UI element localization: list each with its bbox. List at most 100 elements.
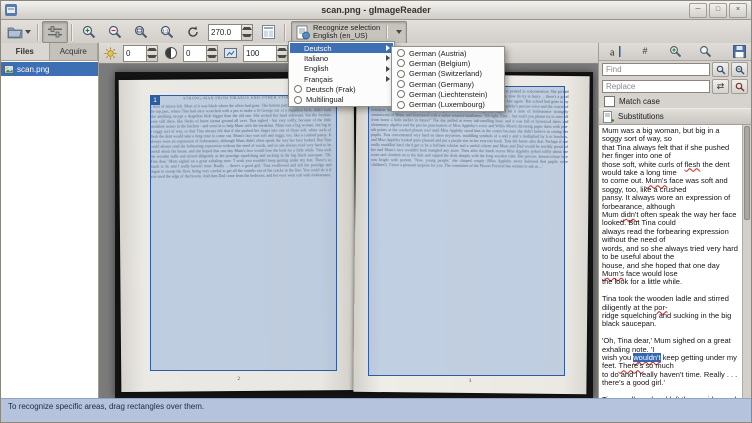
- svg-text:1:1: 1:1: [162, 28, 169, 33]
- file-list[interactable]: scan.png: [1, 61, 98, 398]
- spin-down-icon[interactable]: [207, 53, 217, 61]
- spin-up-icon[interactable]: [207, 46, 217, 54]
- menu-item-german-liechtenstein[interactable]: German (Liechtenstein): [393, 89, 503, 99]
- output-scrollbar[interactable]: [742, 125, 751, 398]
- menu-item-english[interactable]: English: [290, 64, 393, 74]
- close-button[interactable]: ×: [729, 3, 747, 18]
- brightness-icon: [103, 47, 118, 60]
- output-text[interactable]: Mum was a big woman, but big in a soggy …: [602, 127, 741, 398]
- svg-text:a: a: [610, 48, 615, 59]
- scrollbar-thumb[interactable]: [744, 126, 750, 220]
- submenu-arrow-icon: [386, 55, 390, 61]
- spin-up-icon[interactable]: [242, 25, 252, 33]
- substitutions-label: Substitutions: [618, 112, 664, 121]
- files-panel: Files Acquire scan.png: [1, 43, 99, 398]
- image-controls-button[interactable]: [42, 21, 68, 43]
- menu-item-german-austria[interactable]: German (Austria): [393, 48, 503, 58]
- statusbar: To recognize specific areas, drag rectan…: [1, 398, 751, 422]
- save-icon: [733, 45, 746, 58]
- recognize-icon: [296, 25, 310, 40]
- german-submenu: German (Austria) German (Belgium) German…: [391, 46, 505, 112]
- minimize-button[interactable]: ─: [689, 3, 707, 18]
- menu-item-italiano[interactable]: Italiano: [290, 53, 393, 63]
- spin-down-icon[interactable]: [242, 32, 252, 40]
- radio-icon: [397, 49, 405, 57]
- menu-item-deutsch[interactable]: Deutsch: [290, 43, 393, 53]
- zoom-out-button[interactable]: [102, 21, 128, 43]
- titlebar[interactable]: scan.png - gImageReader ─ □ ×: [1, 1, 751, 20]
- toolbar-separator: [37, 24, 39, 41]
- radio-icon: [397, 80, 405, 88]
- match-case-row: Match case: [599, 95, 751, 108]
- swap-icon: ⇄: [717, 82, 725, 91]
- search-button[interactable]: [692, 43, 718, 60]
- resolution-input[interactable]: [244, 46, 276, 61]
- menu-item-german-switzerland[interactable]: German (Switzerland): [393, 69, 503, 79]
- substitutions-button[interactable]: Substitutions: [599, 108, 751, 125]
- rotation-input[interactable]: [209, 25, 241, 40]
- zoom-fit-icon: [134, 25, 148, 39]
- menu-item-label: Deutsch (Frak): [306, 85, 356, 94]
- selection-region-2[interactable]: 2: [368, 86, 565, 376]
- replace-button[interactable]: ⇄: [712, 79, 729, 94]
- chevron-down-icon[interactable]: [396, 30, 402, 34]
- brightness-input[interactable]: [124, 46, 146, 61]
- menu-item-label: German (Austria): [409, 49, 467, 58]
- contrast-input[interactable]: [184, 46, 206, 61]
- rotation-spinner: [208, 24, 253, 41]
- replace-input[interactable]: [602, 80, 710, 93]
- find-replace-button[interactable]: [662, 43, 688, 60]
- menu-item-francais[interactable]: Français: [290, 74, 393, 84]
- toolbar-separator: [284, 24, 286, 41]
- radio-icon: [294, 85, 302, 93]
- chevron-down-icon: [25, 30, 31, 34]
- save-output-button[interactable]: [726, 43, 752, 60]
- match-case-label: Match case: [619, 97, 660, 106]
- menu-item-label: Deutsch: [304, 44, 332, 53]
- brightness-spinner: [123, 45, 158, 62]
- spin-up-icon[interactable]: [277, 46, 287, 54]
- contrast-spinner: [183, 45, 218, 62]
- substitutions-icon: [603, 111, 614, 123]
- open-button[interactable]: [4, 21, 34, 43]
- tab-files[interactable]: Files: [1, 43, 50, 60]
- selection-region-1[interactable]: 1: [150, 95, 337, 371]
- menu-item-german-germany[interactable]: German (Germany): [393, 79, 503, 89]
- app-window: scan.png - gImageReader ─ □ ×: [0, 0, 752, 423]
- output-textarea[interactable]: Mum was a big woman, but big in a soggy …: [599, 125, 751, 398]
- rotate-button[interactable]: [180, 21, 206, 43]
- find-input[interactable]: [602, 63, 710, 76]
- match-case-checkbox[interactable]: [604, 96, 615, 107]
- search-icon: [699, 45, 712, 58]
- search-icon: [716, 65, 726, 75]
- maximize-button[interactable]: □: [709, 3, 727, 18]
- menu-item-deutsch-frak[interactable]: Deutsch (Frak): [290, 84, 393, 94]
- find-prev-button[interactable]: [712, 62, 729, 77]
- submenu-arrow-icon: [386, 45, 390, 51]
- menu-item-german-belgium[interactable]: German (Belgium): [393, 58, 503, 68]
- tab-acquire[interactable]: Acquire: [50, 43, 99, 60]
- zoom-in-icon: [82, 25, 96, 39]
- zoom-fit-button[interactable]: [128, 21, 154, 43]
- sliders-icon: [48, 26, 62, 38]
- menu-item-label: German (Liechtenstein): [409, 90, 487, 99]
- strip-linebreaks-button[interactable]: #: [632, 43, 658, 60]
- find-next-button[interactable]: [731, 62, 748, 77]
- recognize-language: English (en_US): [313, 32, 380, 41]
- spin-up-icon[interactable]: [147, 46, 157, 54]
- insert-mode-button[interactable]: a: [602, 43, 628, 60]
- rotate-icon: [186, 25, 200, 39]
- scan-canvas[interactable]: STRONG-MAN FROM PIRAEUS AND OTHER STORIE…: [99, 63, 599, 398]
- menu-item-german-luxembourg[interactable]: German (Luxembourg): [393, 99, 503, 109]
- zoom-original-button[interactable]: 1:1: [154, 21, 180, 43]
- replace-all-button[interactable]: [731, 79, 748, 94]
- spin-down-icon[interactable]: [277, 53, 287, 61]
- spin-down-icon[interactable]: [147, 53, 157, 61]
- menu-item-multilingual[interactable]: Multilingual: [290, 94, 393, 104]
- window-title: scan.png - gImageReader: [1, 5, 751, 15]
- autodetect-layout-button[interactable]: [255, 21, 281, 43]
- zoom-in-button[interactable]: [76, 21, 102, 43]
- files-tabbar: Files Acquire: [1, 43, 98, 61]
- menu-item-label: English: [304, 64, 329, 73]
- file-row-scan-png[interactable]: scan.png: [1, 62, 98, 76]
